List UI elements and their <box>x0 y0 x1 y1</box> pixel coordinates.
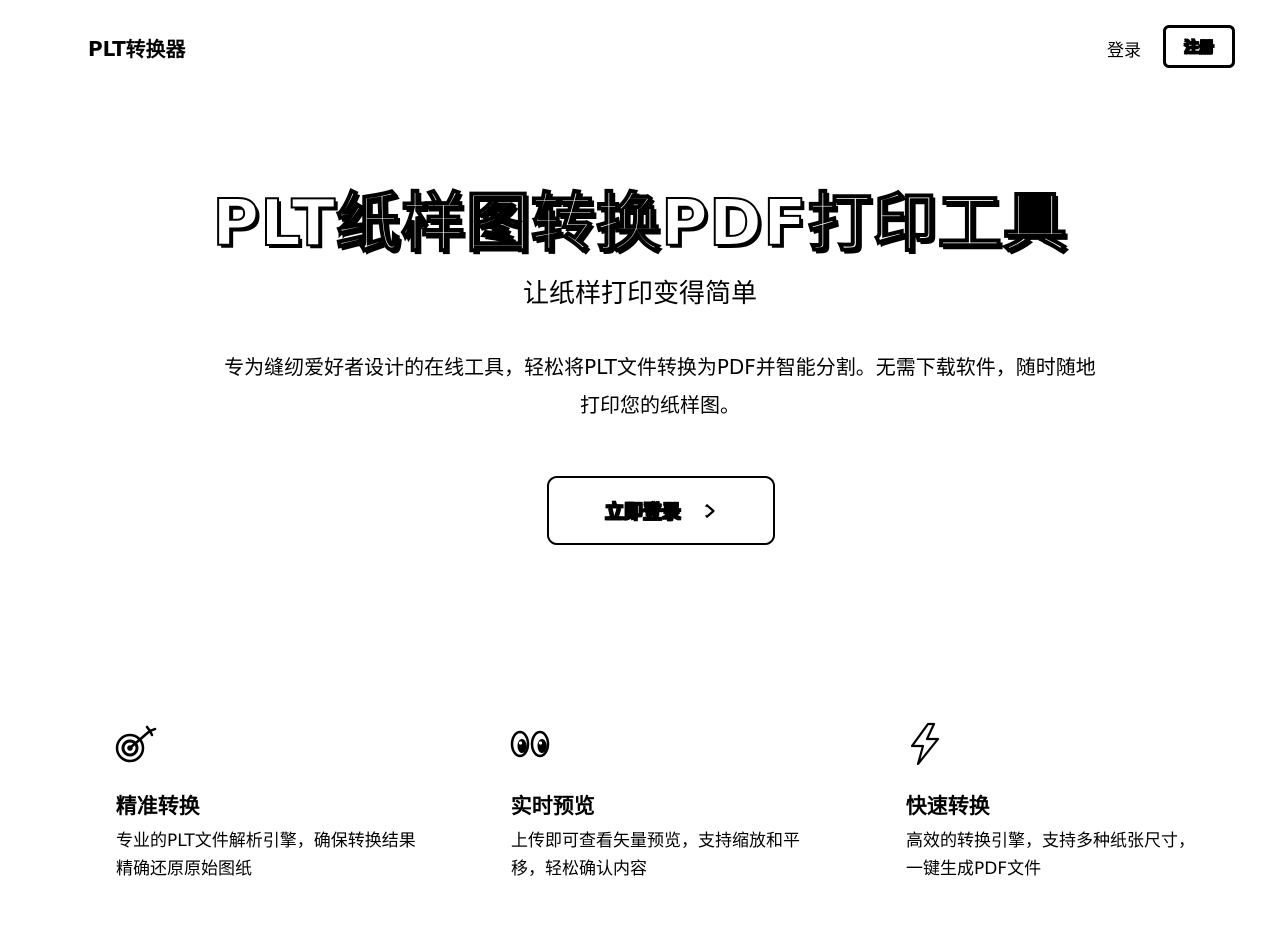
register-button[interactable]: 注册 <box>1163 25 1235 68</box>
page: PLT转换器 登录 注册 PLT纸样图转换PDF打印工具 让纸样打印变得简单 专… <box>0 0 1280 931</box>
feature-card-preview: 实时预览 上传即可查看矢量预览，支持缩放和平移，轻松确认内容 <box>509 722 809 879</box>
feature-card-fast: 快速转换 高效的转换引擎，支持多种纸张尺寸，一键生成PDF文件 <box>904 722 1204 879</box>
feature-card-precise: 精准转换 专业的PLT文件解析引擎，确保转换结果精确还原原始图纸 <box>114 722 416 879</box>
feature-description: 高效的转换引擎，支持多种纸张尺寸，一键生成PDF文件 <box>906 831 1195 879</box>
login-link[interactable]: 登录 <box>1107 36 1141 61</box>
login-now-button-label: 立即登录 <box>604 501 681 524</box>
feature-description: 上传即可查看矢量预览，支持缩放和平移，轻松确认内容 <box>511 831 800 879</box>
lightning-icon <box>910 722 940 766</box>
hero-subtitle: 让纸样打印变得简单 <box>522 279 757 309</box>
target-icon <box>115 725 157 763</box>
feature-title: 快速转换 <box>906 794 990 818</box>
feature-title: 精准转换 <box>116 794 200 818</box>
login-now-button[interactable]: 立即登录 <box>547 476 775 545</box>
chevron-right-icon <box>705 503 715 518</box>
register-button-label: 注册 <box>1183 38 1214 57</box>
hero-title: PLT纸样图转换PDF打印工具 <box>211 186 1068 262</box>
feature-description: 专业的PLT文件解析引擎，确保转换结果精确还原原始图纸 <box>116 831 416 879</box>
brand-logo-text[interactable]: PLT转换器 <box>88 33 186 62</box>
hero-description: 专为缝纫爱好者设计的在线工具，轻松将PLT文件转换为PDF并智能分割。无需下载软… <box>224 355 1096 417</box>
eyes-icon <box>510 730 550 758</box>
feature-title: 实时预览 <box>511 794 595 818</box>
